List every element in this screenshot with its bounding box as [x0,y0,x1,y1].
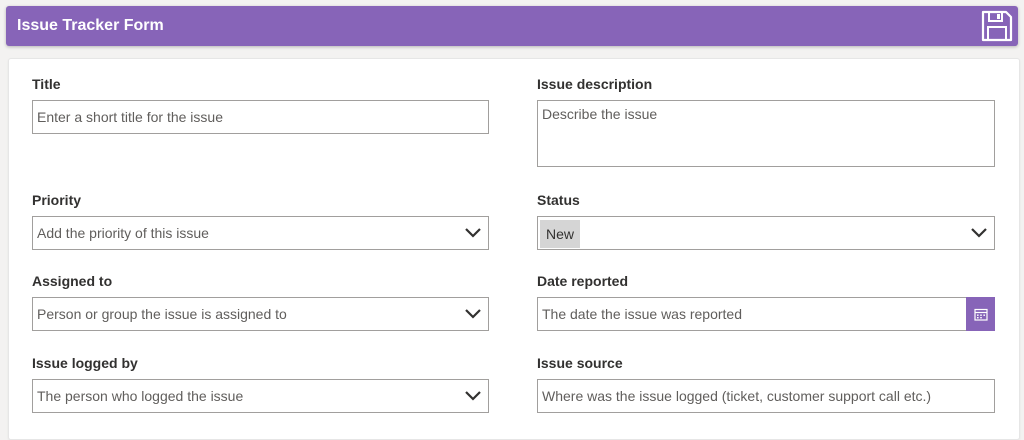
issue-source-input[interactable]: Where was the issue logged (ticket, cust… [537,379,995,413]
description-textarea[interactable]: Describe the issue [537,100,995,167]
chevron-down-icon [465,309,481,319]
chevron-down-icon [971,228,987,238]
save-icon [981,10,1013,42]
chevron-down-icon [465,228,481,238]
priority-field: Priority Add the priority of this issue [32,192,489,252]
date-reported-field: Date reported The date the issue was rep… [537,273,995,333]
logged-by-placeholder: The person who logged the issue [37,388,244,404]
description-field: Issue description Describe the issue [537,76,995,170]
title-placeholder: Enter a short title for the issue [37,109,223,125]
calendar-icon [973,308,988,321]
date-reported-placeholder: The date the issue was reported [542,306,743,322]
issue-source-label: Issue source [537,355,623,371]
priority-placeholder: Add the priority of this issue [37,225,209,241]
status-value-tag: New [540,220,581,248]
description-placeholder: Describe the issue [542,106,658,122]
chevron-down-icon [465,391,481,401]
date-reported-label: Date reported [537,273,629,289]
date-picker-button[interactable] [966,297,995,331]
issue-source-placeholder: Where was the issue logged (ticket, cust… [542,388,932,404]
assigned-to-field: Assigned to Person or group the issue is… [32,273,489,333]
logged-by-field: Issue logged by The person who logged th… [32,355,489,415]
assigned-to-label: Assigned to [32,273,113,289]
title-field: Title Enter a short title for the issue [32,76,489,136]
description-label: Issue description [537,76,653,92]
status-dropdown[interactable]: New [537,216,995,250]
assigned-to-placeholder: Person or group the issue is assigned to [37,306,287,322]
form-header: Issue Tracker Form [6,6,1018,46]
title-input[interactable]: Enter a short title for the issue [32,100,489,134]
status-label: Status [537,192,580,208]
issue-source-field: Issue source Where was the issue logged … [537,355,995,415]
status-field: Status New [537,192,995,252]
date-reported-input[interactable]: The date the issue was reported [537,297,995,331]
assigned-to-dropdown[interactable]: Person or group the issue is assigned to [32,297,489,331]
form-title: Issue Tracker Form [17,17,164,34]
form-panel: Title Enter a short title for the issue … [8,58,1020,440]
logged-by-dropdown[interactable]: The person who logged the issue [32,379,489,413]
logged-by-label: Issue logged by [32,355,138,371]
save-button[interactable] [980,9,1014,43]
priority-label: Priority [32,192,82,208]
priority-dropdown[interactable]: Add the priority of this issue [32,216,489,250]
title-label: Title [32,76,61,92]
